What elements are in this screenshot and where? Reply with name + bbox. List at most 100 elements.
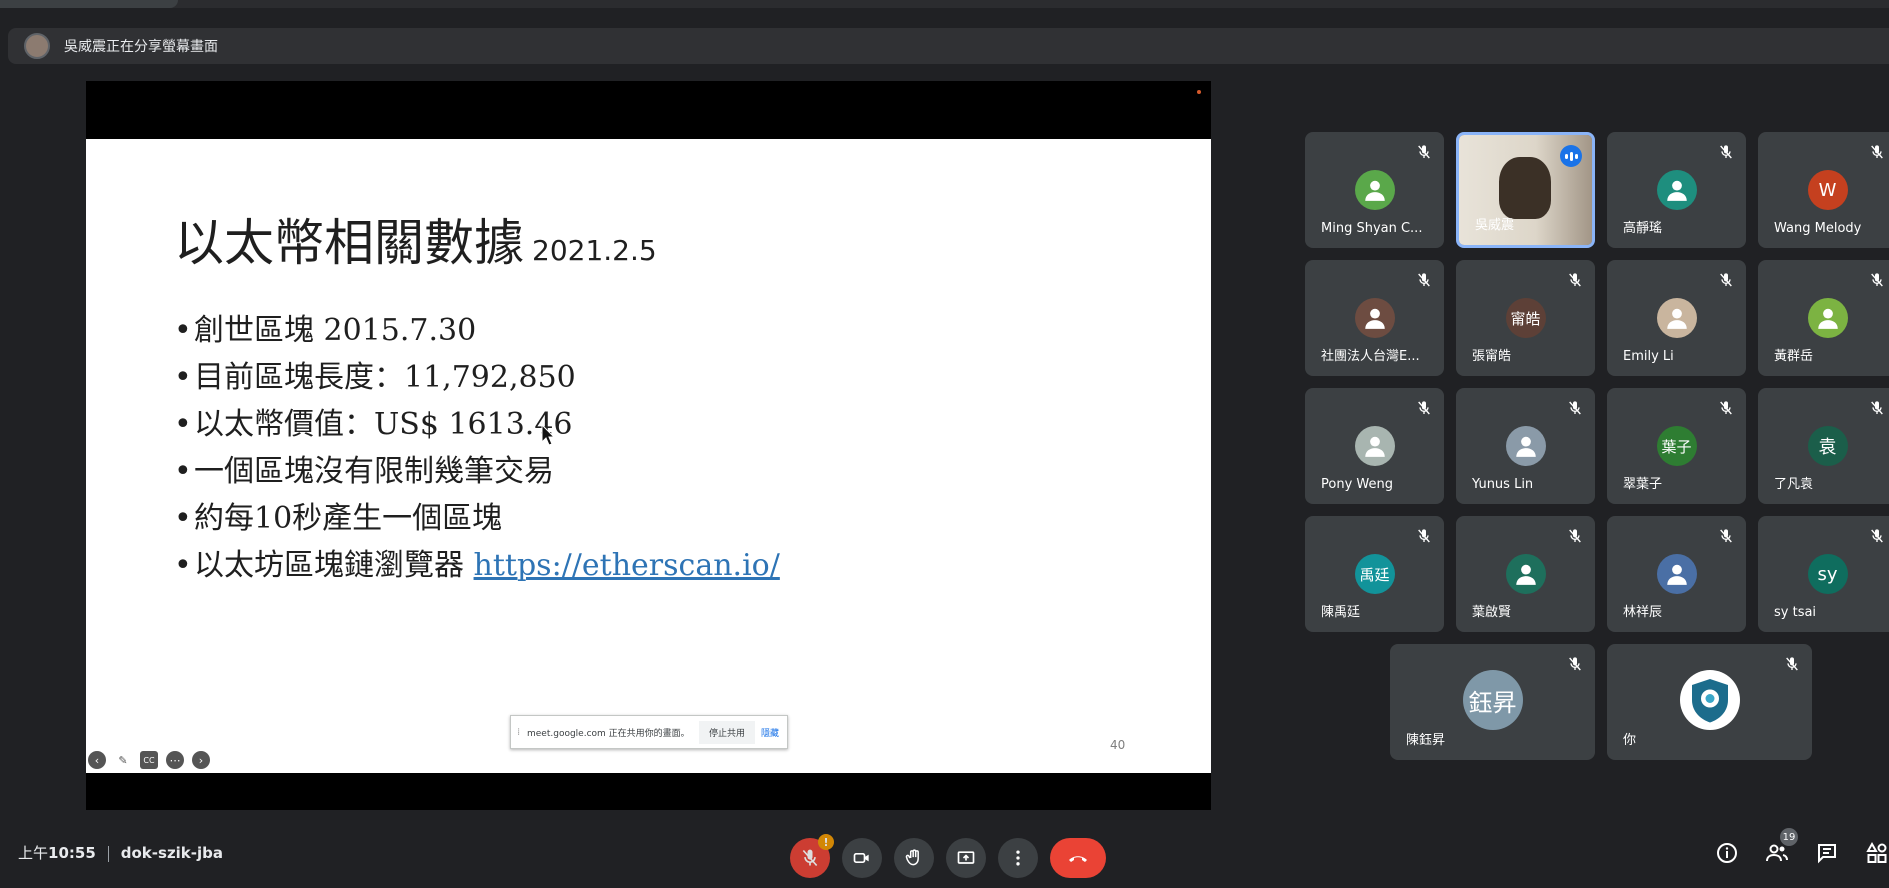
- participant-tile[interactable]: Emily Li: [1607, 260, 1746, 376]
- activities-icon: [1866, 841, 1887, 863]
- bullet-item: •以太坊區塊鏈瀏覽器 https://etherscan.io/: [174, 548, 780, 583]
- participant-tile[interactable]: W Wang Melody: [1758, 132, 1889, 248]
- avatar: [1807, 298, 1848, 338]
- participant-name: Wang Melody: [1774, 221, 1862, 236]
- mic-off-icon: [1567, 656, 1583, 672]
- avatar: sy: [1807, 554, 1848, 594]
- participant-name: 葉啟賢: [1472, 605, 1512, 620]
- chat-icon: [1818, 844, 1836, 864]
- avatar: [1505, 426, 1546, 466]
- avatar: 甯皓: [1505, 298, 1546, 338]
- mic-warning-badge: !: [818, 834, 834, 850]
- participant-tile[interactable]: Ming Shyan C...: [1305, 132, 1444, 248]
- participant-tile[interactable]: sy sy tsai: [1758, 516, 1889, 632]
- bullet-item: •一個區塊沒有限制幾筆交易: [174, 454, 554, 489]
- etherscan-link[interactable]: https://etherscan.io/: [474, 548, 780, 583]
- mic-off-icon: [802, 849, 818, 867]
- participant-name: Ming Shyan C...: [1321, 221, 1423, 236]
- top-tab: [0, 0, 178, 8]
- participant-name: sy tsai: [1774, 605, 1817, 620]
- mic-off-icon: [1718, 400, 1734, 416]
- chat-button[interactable]: [1814, 840, 1840, 866]
- meeting-info: 上午10:55 dok-szik-jba: [18, 842, 223, 863]
- participant-tile[interactable]: 吳威震: [1456, 132, 1595, 248]
- avatar: W: [1807, 170, 1848, 210]
- browser-top-strip: [0, 0, 1889, 8]
- participant-tile[interactable]: 高靜瑤: [1607, 132, 1746, 248]
- more-options-button[interactable]: [998, 838, 1038, 878]
- participant-tile[interactable]: Yunus Lin: [1456, 388, 1595, 504]
- sharing-notice-text: meet.google.com 正在共用你的畫面。: [527, 728, 690, 739]
- time-prefix: 上午: [18, 844, 49, 862]
- participant-name: Emily Li: [1623, 349, 1674, 364]
- next-slide-icon[interactable]: ›: [192, 751, 210, 769]
- bottom-bar: 上午10:55 dok-szik-jba ! 19: [0, 820, 1889, 888]
- cc-icon[interactable]: CC: [140, 751, 158, 769]
- slide-date: 2021.2.5: [532, 234, 657, 267]
- participant-name: 陳禹廷: [1321, 605, 1361, 620]
- participant-tile[interactable]: 林祥辰: [1607, 516, 1746, 632]
- meet-window: 吳威震正在分享螢幕畫面 以太幣相關數據 2021.2.5 •創世區塊 2015.7…: [0, 0, 1889, 888]
- avatar: 鈺昇: [1462, 670, 1523, 730]
- mic-off-icon: [1869, 144, 1885, 160]
- camera-toggle-button[interactable]: [842, 838, 882, 878]
- participant-tile[interactable]: 葉子 翠葉子: [1607, 388, 1746, 504]
- avatar: [1354, 298, 1395, 338]
- participant-tile[interactable]: 社團法人台灣E...: [1305, 260, 1444, 376]
- bullet-item: •以太幣價值：US$ 1613.46: [174, 407, 573, 442]
- mic-off-icon: [1869, 400, 1885, 416]
- mic-off-icon: [1567, 528, 1583, 544]
- present-screen-button[interactable]: [946, 838, 986, 878]
- participant-tile[interactable]: 禹廷陳禹廷: [1305, 516, 1444, 632]
- raise-hand-button[interactable]: [894, 838, 934, 878]
- participant-tile[interactable]: 黃群岳: [1758, 260, 1889, 376]
- bullet-item: •創世區塊 2015.7.30: [174, 313, 477, 348]
- slide-toolbar: ‹ ✎ CC ⋯ ›: [88, 751, 210, 769]
- participant-name: 陳鈺昇: [1406, 733, 1446, 748]
- participant-name: 林祥辰: [1623, 605, 1663, 620]
- slide-page-number: 40: [1110, 738, 1126, 752]
- mic-off-icon: [1567, 400, 1583, 416]
- drag-handle-icon[interactable]: ⁞: [517, 727, 527, 738]
- activities-button[interactable]: [1864, 840, 1889, 866]
- mic-off-icon: [1416, 272, 1432, 288]
- pen-icon[interactable]: ✎: [114, 751, 132, 769]
- participant-tile[interactable]: 你: [1607, 644, 1812, 760]
- hand-icon: [905, 849, 919, 866]
- participant-name: Yunus Lin: [1472, 477, 1534, 492]
- participant-tile[interactable]: 葉啟賢: [1456, 516, 1595, 632]
- camera-off-icon: [853, 853, 869, 863]
- meeting-details-button[interactable]: [1714, 840, 1740, 866]
- bullet-item: •目前區塊長度：11,792,850: [174, 360, 576, 395]
- stop-sharing-button[interactable]: 停止共用: [698, 720, 755, 744]
- people-button[interactable]: 19: [1764, 828, 1798, 866]
- avatar: [1354, 170, 1395, 210]
- participant-tile[interactable]: 鈺昇陳鈺昇: [1390, 644, 1595, 760]
- participant-name: 黃群岳: [1774, 349, 1814, 364]
- avatar: 袁: [1807, 426, 1848, 466]
- mic-off-icon: [1784, 656, 1800, 672]
- sharing-notice: ⁞ meet.google.com 正在共用你的畫面。 停止共用 隱藏: [510, 715, 788, 749]
- participant-tile[interactable]: 甯皓 張甯皓: [1456, 260, 1595, 376]
- participant-name: 社團法人台灣E...: [1321, 349, 1420, 364]
- participant-tile[interactable]: 袁了凡袁: [1758, 388, 1889, 504]
- more-vert-icon: [1016, 850, 1020, 866]
- call-controls: !: [790, 834, 1106, 878]
- side-panel-controls: 19: [1714, 828, 1889, 866]
- participant-name: 翠葉子: [1623, 477, 1663, 492]
- participant-grid: Ming Shyan C... 吳威震 高靜瑤 W Wang Melody 社團法人台灣E…: [1305, 132, 1889, 762]
- presentation-slide: 以太幣相關數據 2021.2.5 •創世區塊 2015.7.30 •目前區塊長度：…: [86, 139, 1211, 773]
- avatar: [1505, 554, 1546, 594]
- participant-count-badge: 19: [1780, 828, 1798, 846]
- participant-name: 了凡袁: [1774, 477, 1814, 492]
- speaking-indicator-icon: [1560, 145, 1582, 167]
- mic-off-icon: [1567, 272, 1583, 288]
- avatar: 禹廷: [1354, 554, 1395, 594]
- hide-notice-button[interactable]: 隱藏: [761, 726, 779, 739]
- participant-tile[interactable]: Pony Weng: [1305, 388, 1444, 504]
- prev-slide-icon[interactable]: ‹: [88, 751, 106, 769]
- mic-toggle-button[interactable]: !: [790, 834, 834, 878]
- leave-call-button[interactable]: [1050, 838, 1106, 878]
- participant-name: 高靜瑤: [1623, 221, 1663, 236]
- more-icon[interactable]: ⋯: [166, 751, 184, 769]
